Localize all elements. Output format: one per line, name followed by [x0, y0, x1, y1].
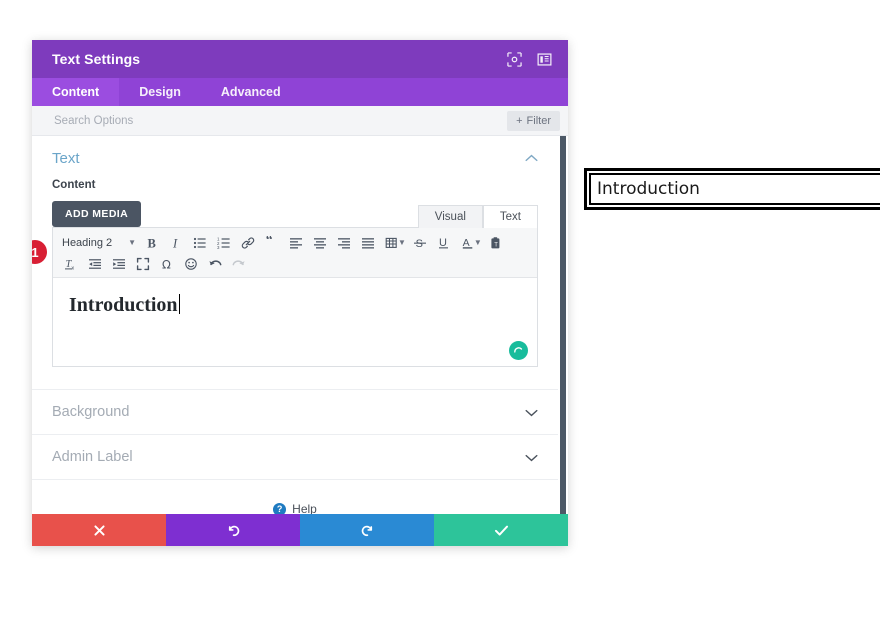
svg-text:“: “ [266, 236, 273, 248]
plus-icon: + [516, 114, 523, 127]
content-field-label: Content [52, 179, 96, 191]
indent-icon[interactable] [107, 253, 131, 274]
chevron-down-icon: ▼ [128, 238, 136, 247]
underline-icon[interactable]: U [432, 232, 456, 253]
svg-text:B: B [148, 236, 156, 250]
svg-text:Ω: Ω [162, 257, 171, 271]
align-right-icon[interactable] [332, 232, 356, 253]
align-justify-icon[interactable] [356, 232, 380, 253]
scrollbar-thumb[interactable] [560, 136, 566, 514]
save-button[interactable] [434, 514, 568, 546]
section-title-background: Background [52, 404, 130, 420]
italic-icon[interactable]: I [164, 232, 188, 253]
bulleted-list-icon[interactable] [188, 232, 212, 253]
svg-text:I: I [172, 236, 178, 250]
editor-box: Heading 2 ▼ B I 1 2 3 “ ▼ S U A ▼ T T x … [52, 227, 538, 367]
redo-button[interactable] [300, 514, 434, 546]
paste-as-text-icon[interactable]: T [484, 232, 508, 253]
text-cursor [178, 294, 180, 314]
toolbar-row-1: Heading 2 ▼ B I 1 2 3 “ ▼ S U A ▼ T [59, 232, 535, 253]
redo-icon [361, 525, 372, 536]
undo-button[interactable] [166, 514, 300, 546]
svg-text:U: U [439, 237, 447, 249]
modal-body-content: Text Content ADD MEDIA Visual Text Headi… [32, 136, 558, 514]
svg-text:S: S [416, 238, 423, 250]
section-title-admin-label: Admin Label [52, 449, 133, 465]
align-center-icon[interactable] [308, 232, 332, 253]
strikethrough-icon[interactable]: S [408, 232, 432, 253]
modal-tab-bar: Content Design Advanced [32, 78, 568, 106]
tab-visual[interactable]: Visual [417, 205, 483, 228]
step-badge-1: 1 [32, 240, 47, 264]
redo-icon[interactable] [227, 253, 251, 274]
text-settings-modal: Text Settings Content Design Advanced Se… [32, 40, 568, 546]
numbered-list-icon[interactable]: 1 2 3 [212, 232, 236, 253]
layout-panel-icon[interactable] [536, 51, 552, 67]
check-icon [494, 525, 508, 536]
close-icon [93, 524, 105, 536]
align-left-icon[interactable] [284, 232, 308, 253]
modal-footer-actions [32, 514, 568, 546]
chevron-up-icon[interactable] [525, 154, 538, 163]
search-options-input[interactable] [52, 113, 508, 128]
tab-text[interactable]: Text [482, 205, 538, 228]
tab-design[interactable]: Design [119, 78, 201, 106]
expand-view-icon[interactable] [506, 51, 522, 67]
editor-top-row: ADD MEDIA Visual Text [52, 201, 538, 228]
modal-header: Text Settings [32, 40, 568, 78]
help-row: ? Help [32, 479, 558, 514]
fullscreen-icon[interactable] [131, 253, 155, 274]
modal-body: Text Content ADD MEDIA Visual Text Headi… [32, 136, 568, 514]
section-header-text[interactable]: Text [32, 136, 558, 173]
content-editor: ADD MEDIA Visual Text Heading 2 ▼ B I 1 … [32, 191, 558, 367]
page-preview-heading-text: Introduction [597, 179, 700, 199]
table-chevron-down-icon[interactable]: ▼ [398, 238, 406, 247]
format-select[interactable]: Heading 2 ▼ [59, 232, 140, 253]
bold-icon[interactable]: B [140, 232, 164, 253]
modal-title: Text Settings [52, 51, 141, 67]
emoji-icon[interactable] [179, 253, 203, 274]
filter-button-label: Filter [526, 114, 551, 127]
cancel-button[interactable] [32, 514, 166, 546]
editor-content-area[interactable]: Introduction [53, 278, 537, 366]
svg-text:T: T [494, 242, 498, 248]
chevron-down-icon[interactable] [525, 408, 538, 417]
svg-text:x: x [71, 265, 74, 271]
svg-text:3: 3 [217, 245, 220, 250]
section-header-background[interactable]: Background [32, 389, 558, 434]
search-options-row: + Filter [32, 106, 568, 136]
special-character-icon[interactable]: Ω [155, 253, 179, 274]
section-header-admin-label[interactable]: Admin Label [32, 434, 558, 479]
editor-heading-text: Introduction [69, 294, 178, 316]
tab-advanced[interactable]: Advanced [201, 78, 301, 106]
clear-formatting-icon[interactable]: T x [59, 253, 83, 274]
undo-icon [228, 525, 239, 536]
blockquote-icon[interactable]: “ [260, 232, 284, 253]
svg-text:A: A [463, 237, 470, 249]
page-preview-heading-box: Introduction [584, 168, 880, 210]
editor-mode-tabs: Visual Text [417, 204, 538, 228]
editor-toolbar: Heading 2 ▼ B I 1 2 3 “ ▼ S U A ▼ T T x … [53, 228, 537, 278]
resize-handle-icon[interactable] [509, 341, 528, 360]
help-link[interactable]: Help [292, 502, 317, 514]
chevron-down-icon[interactable] [525, 453, 538, 462]
undo-icon[interactable] [203, 253, 227, 274]
toolbar-row-2: T x Ω [59, 253, 535, 274]
link-icon[interactable] [236, 232, 260, 253]
modal-scrollbar[interactable] [558, 136, 568, 514]
section-title-text: Text [52, 150, 80, 167]
format-select-value: Heading 2 [62, 236, 113, 249]
modal-header-icons [506, 51, 552, 67]
page-preview-heading-inner: Introduction [589, 173, 880, 205]
tab-content[interactable]: Content [32, 78, 120, 106]
add-media-button[interactable]: ADD MEDIA [52, 201, 142, 227]
text-color-chevron-down-icon[interactable]: ▼ [474, 238, 482, 247]
outdent-icon[interactable] [83, 253, 107, 274]
filter-button[interactable]: + Filter [507, 110, 560, 131]
help-question-icon[interactable]: ? [273, 502, 287, 514]
